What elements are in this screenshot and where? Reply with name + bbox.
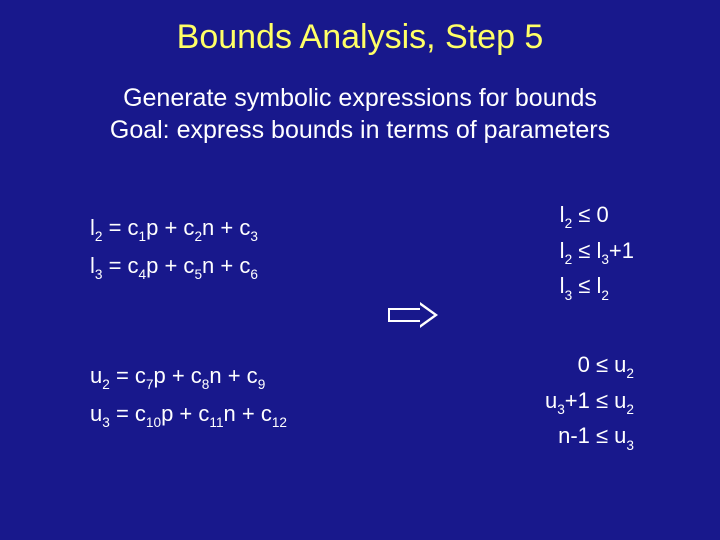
coef-sub: 10 [146,415,161,430]
slide-subtitle: Generate symbolic expressions for bounds… [0,82,720,146]
arrow-icon [388,302,440,328]
coef-sub: 6 [250,267,258,282]
coef-sub: 2 [194,229,202,244]
constraint-line: l2 ≤ 0 [560,198,634,234]
eq-lhs-sub: 2 [102,377,110,392]
eq-lhs: u [90,363,102,388]
coef-sub: 11 [209,415,223,430]
coef-sub: 9 [258,377,266,392]
coef-sub: 12 [272,415,287,430]
constraint-line: u3+1 ≤ u2 [545,384,634,420]
subtitle-line-1: Generate symbolic expressions for bounds [123,84,597,112]
slide: Bounds Analysis, Step 5 Generate symboli… [0,0,720,540]
constraints-upper: l2 ≤ 0l2 ≤ l3+1l3 ≤ l2 [560,198,634,305]
constraint-line: l3 ≤ l2 [560,269,634,305]
eq-lhs: u [90,401,102,426]
equation-l3: l3 = c4p + c5n + c6 [90,253,258,281]
constraint-line: 0 ≤ u2 [545,348,634,384]
coef-sub: 8 [202,377,210,392]
equation-u3: u3 = c10p + c11n + c12 [90,401,287,429]
eq-lhs-sub: 3 [95,267,103,282]
coef-sub: 4 [139,267,147,282]
coef-sub: 3 [250,229,258,244]
equation-l2: l2 = c1p + c2n + c3 [90,215,258,243]
coef-sub: 7 [146,377,154,392]
slide-title: Bounds Analysis, Step 5 [0,18,720,57]
subtitle-line-2: Goal: express bounds in terms of paramet… [110,116,610,144]
constraint-line: n-1 ≤ u3 [545,419,634,455]
eq-lhs-sub: 3 [102,415,110,430]
eq-lhs-sub: 2 [95,229,103,244]
equation-u2: u2 = c7p + c8n + c9 [90,363,265,391]
constraints-lower: 0 ≤ u2u3+1 ≤ u2n-1 ≤ u3 [545,348,634,455]
coef-sub: 5 [194,267,202,282]
coef-sub: 1 [139,229,147,244]
constraint-line: l2 ≤ l3+1 [560,234,634,270]
